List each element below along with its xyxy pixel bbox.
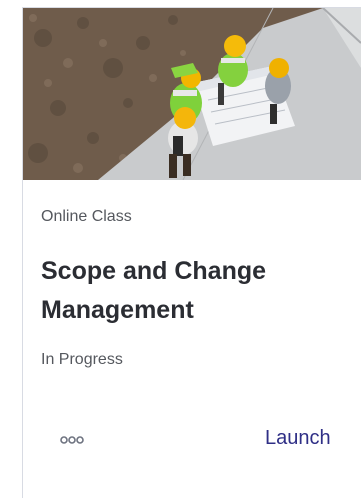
construction-workers-photo (23, 8, 361, 180)
course-type-label: Online Class (41, 208, 132, 225)
course-card: Online Class Scope and Change Management… (22, 7, 361, 498)
launch-button[interactable]: Launch (265, 424, 331, 452)
more-options-icon (60, 436, 84, 444)
more-options-button[interactable] (55, 428, 89, 452)
course-title[interactable]: Scope and Change Management (41, 252, 351, 330)
course-thumbnail-image (23, 8, 361, 180)
course-status: In Progress (41, 351, 123, 368)
